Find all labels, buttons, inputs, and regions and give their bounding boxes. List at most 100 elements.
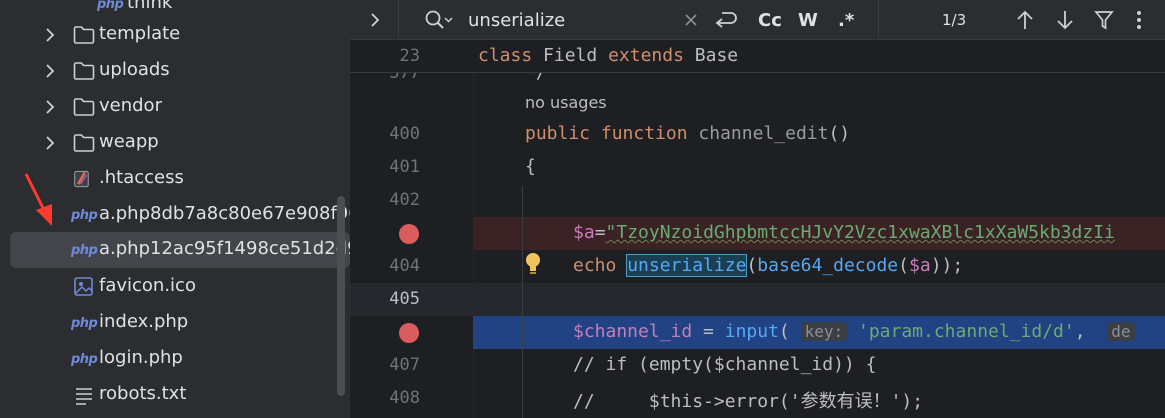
code-line-402[interactable]: 402 [350,184,1165,217]
code-line-404[interactable]: 404 echo unserialize(base64_decode($a)); [350,250,1165,283]
variable: $a [573,222,595,243]
tree-item-weapp[interactable]: weapp [0,125,350,161]
tree-item-vendor[interactable]: vendor [0,89,350,125]
whole-words-toggle[interactable]: W [798,0,818,40]
indent-guide [522,186,523,418]
code-editor: Cc W .* 1/3 23 class Field extends Base … [350,0,1165,418]
tree-item-label: a.php8db7a8c80e67e908f96 [99,203,350,224]
tree-item-a-php-2[interactable]: php a.php12ac95f1498ce51d2d9 [10,232,350,268]
comment-text: // $this->error('参数有误！'); [573,391,924,412]
tree-item-index-php[interactable]: php index.php [0,305,350,341]
project-tree: php think template uploads vendor weapp … [0,0,350,418]
comment-text: // if (empty($channel_id)) { [573,354,877,375]
tree-item-label: a.php12ac95f1498ce51d2d9 [99,238,350,259]
breakpoint-icon[interactable] [399,224,419,244]
regex-toggle[interactable]: .* [838,0,854,40]
keyword: function [600,123,688,144]
function-call: input [724,321,779,342]
variable: $channel_id [573,321,693,342]
keyword: echo [573,255,617,276]
chevron-right-icon[interactable] [43,136,57,150]
code-line-400[interactable]: 400 public function channel_edit() [350,118,1165,151]
function-call: base64_decode [757,255,899,276]
php-file-icon: php [71,351,98,367]
usages-hint[interactable]: no usages [525,93,607,112]
keyword: public [525,123,591,144]
new-line-icon[interactable] [714,0,738,40]
expand-replace-icon[interactable] [368,0,382,40]
match-count: 1/3 [942,11,967,29]
chevron-right-icon[interactable] [43,64,57,78]
line-number: 407 [389,355,420,375]
search-input[interactable] [468,0,678,40]
filter-icon[interactable] [1094,0,1114,40]
find-bar: Cc W .* 1/3 [350,0,1165,40]
tree-item-label: robots.txt [99,383,187,404]
line-number: 404 [389,256,420,276]
tree-item-label: weapp [99,131,159,152]
line-number: 402 [389,190,420,210]
paren: ( [746,255,758,276]
tree-item-label: think [127,0,173,13]
find-separator [398,0,399,40]
tree-item-template[interactable]: template [0,17,350,53]
lightbulb-icon[interactable] [524,251,542,275]
base-class-name: Base [694,45,739,66]
php-file-icon: php [71,207,98,223]
chevron-right-icon[interactable] [43,28,57,42]
breakpoint-icon[interactable] [399,323,419,343]
tree-item-robots[interactable]: robots.txt [0,377,350,413]
tree-item-label: index.php [99,311,189,332]
tree-item-uploads[interactable]: uploads [0,53,350,89]
php-file-icon: php [97,0,124,12]
code-line-405[interactable]: 405 [350,283,1165,316]
folder-icon [73,98,95,116]
chevron-right-icon[interactable] [43,100,57,114]
keyword: extends [608,45,684,66]
code-line-407[interactable]: 407 // if (empty($channel_id)) { [350,349,1165,382]
operator: = [594,222,606,243]
php-file-icon: php [71,242,98,258]
clear-search-icon[interactable] [684,0,698,40]
paren: )); [930,255,964,276]
line-number: 405 [389,289,420,309]
string-literal: "TzoyNzoidGhpbmtccHJvY2Vzc1xwaXBlc1xXaW5… [605,222,1115,243]
image-file-icon [74,277,93,296]
line-number: 408 [389,388,420,408]
tree-item-favicon[interactable]: favicon.ico [0,269,350,305]
keyword: class [478,45,533,66]
folder-icon [73,62,95,80]
code-line-401[interactable]: 401 { [350,151,1165,184]
parameter-hint: key: [800,322,848,341]
folder-icon [73,134,95,152]
search-icon[interactable] [424,0,454,40]
php-file-icon: php [71,315,98,331]
operator: = [692,321,725,342]
variable: $a [909,255,931,276]
paren: ( [898,255,909,276]
paren: () [828,123,851,144]
search-match: unserialize [626,254,748,277]
code-line-403[interactable]: $a="TzoyNzoidGhpbmtccHJvY2Vzc1xwaXBlc1xX… [350,217,1165,250]
folder-icon [73,26,95,44]
tree-scrollbar[interactable] [337,196,345,396]
code-line-408[interactable]: 408 // $this->error('参数有误！'); [350,382,1165,415]
tree-item-login-php[interactable]: php login.php [0,341,350,377]
function-name: channel_edit [698,123,829,144]
code-line-406[interactable]: $channel_id = input( key: 'param.channel… [350,316,1165,349]
tree-item-label: login.php [99,347,183,368]
previous-occurrence-icon[interactable] [1016,0,1034,40]
tree-item-label: template [99,23,181,44]
match-case-toggle[interactable]: Cc [758,0,782,40]
red-arrow-annotation [24,173,52,226]
tree-item-label: uploads [99,59,170,80]
sticky-scroll-header[interactable]: 23 class Field extends Base [350,40,1165,73]
more-options-icon[interactable] [1136,0,1142,40]
usages-hint-row: no usages [350,87,1165,120]
line-number: 400 [389,124,420,144]
text-file-icon [76,388,92,405]
next-occurrence-icon[interactable] [1056,0,1074,40]
class-name: Field [543,45,598,66]
comma: , [1074,321,1086,342]
paren: ( [778,321,790,342]
